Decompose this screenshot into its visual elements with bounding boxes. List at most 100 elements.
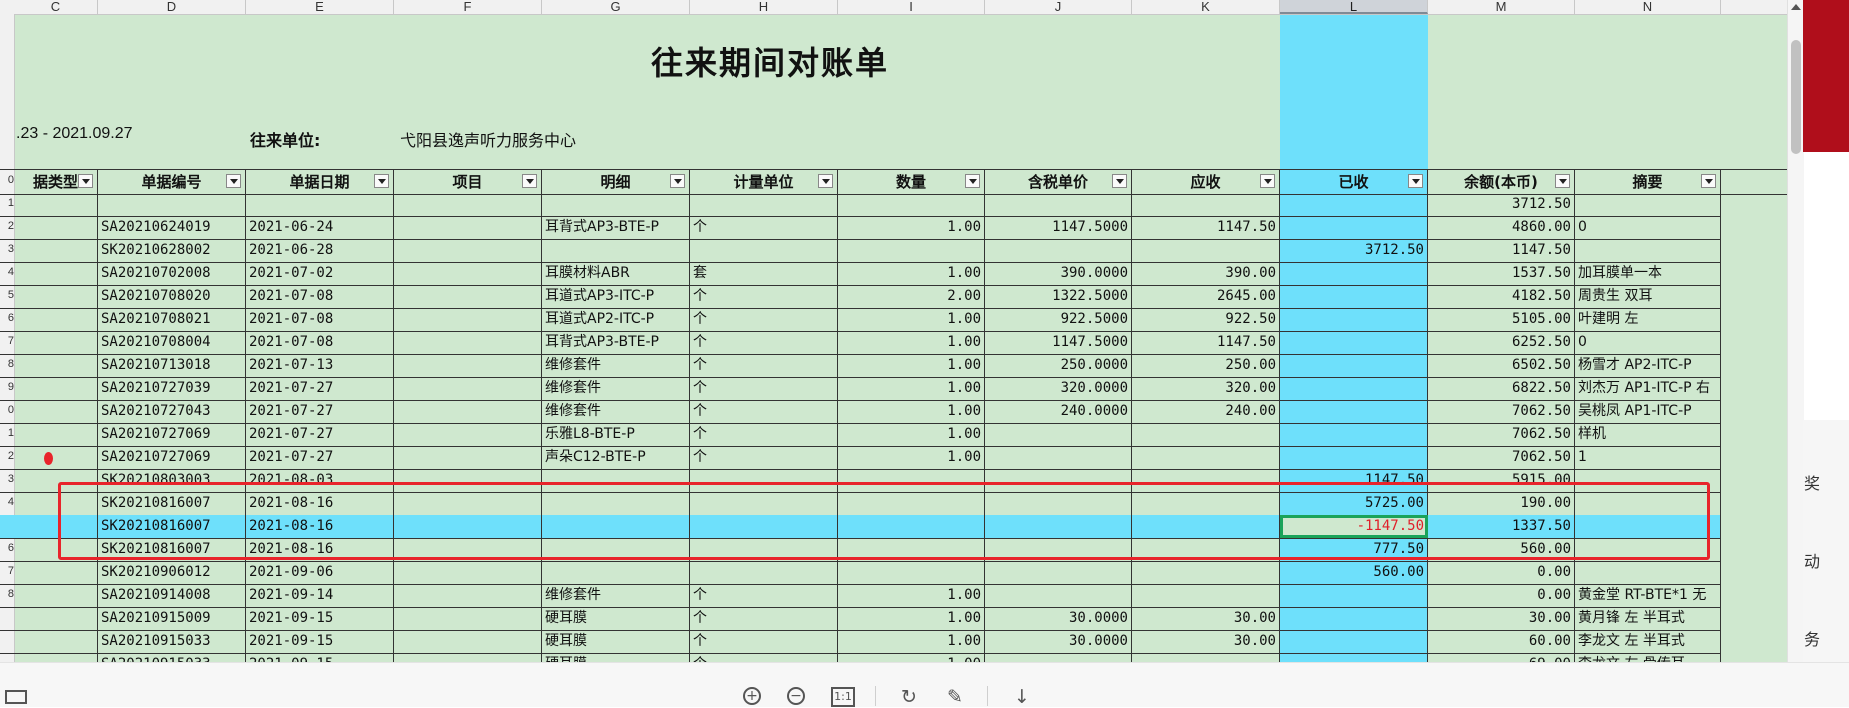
table-cell[interactable]: 个 [690, 308, 838, 331]
column-header-M[interactable]: M [1428, 0, 1575, 14]
table-cell[interactable]: 刘杰万 AP1-ITC-P 右 [1575, 377, 1721, 400]
table-cell[interactable]: 硬耳膜 [542, 607, 690, 630]
table-cell[interactable] [1132, 653, 1280, 662]
table-cell[interactable] [542, 239, 690, 262]
table-cell[interactable]: 维修套件 [542, 377, 690, 400]
table-cell[interactable]: 1147.50 [1132, 216, 1280, 239]
table-cell[interactable] [14, 377, 98, 400]
table-cell[interactable]: 4182.50 [1428, 285, 1575, 308]
table-cell[interactable]: 1.00 [838, 607, 985, 630]
table-cell[interactable] [985, 193, 1132, 216]
table-cell[interactable] [1280, 193, 1428, 216]
table-cell[interactable] [838, 193, 985, 216]
table-cell[interactable]: 个 [690, 630, 838, 653]
table-cell[interactable]: SA20210915033 [98, 653, 246, 662]
table-cell[interactable] [1575, 239, 1721, 262]
table-cell[interactable] [985, 423, 1132, 446]
table-cell[interactable]: 1.00 [838, 331, 985, 354]
row-number[interactable] [0, 77, 14, 100]
filter-dropdown-icon[interactable] [1260, 174, 1275, 188]
table-cell[interactable] [394, 653, 542, 662]
filter-dropdown-icon[interactable] [965, 174, 980, 188]
table-cell[interactable]: 个 [690, 584, 838, 607]
rotate-icon[interactable]: ↻ [898, 687, 920, 707]
table-cell[interactable]: 李龙文 左 骨传耳 [1575, 653, 1721, 662]
table-cell[interactable]: 2021-07-27 [246, 446, 394, 469]
column-header-F[interactable]: F [394, 0, 542, 14]
table-cell[interactable] [985, 239, 1132, 262]
table-cell[interactable] [394, 630, 542, 653]
table-cell[interactable]: 1147.5000 [985, 216, 1132, 239]
table-cell[interactable]: 0.00 [1428, 561, 1575, 584]
table-cell[interactable] [1280, 584, 1428, 607]
table-cell[interactable]: 30.00 [1132, 607, 1280, 630]
table-cell[interactable]: 30.00 [1428, 607, 1575, 630]
table-cell[interactable] [985, 446, 1132, 469]
side-label-2[interactable]: 动 [1803, 548, 1821, 572]
filter-dropdown-icon[interactable] [78, 174, 93, 188]
table-cell[interactable]: 2021-07-08 [246, 308, 394, 331]
table-cell[interactable]: SA20210727069 [98, 446, 246, 469]
table-cell[interactable]: SA20210708004 [98, 331, 246, 354]
table-cell[interactable]: 6822.50 [1428, 377, 1575, 400]
table-cell[interactable]: 30.0000 [985, 630, 1132, 653]
table-cell[interactable]: 1.00 [838, 653, 985, 662]
table-cell[interactable]: 2021-07-27 [246, 400, 394, 423]
table-cell[interactable]: 5105.00 [1428, 308, 1575, 331]
column-header-L[interactable]: L [1280, 0, 1428, 14]
table-cell[interactable] [394, 331, 542, 354]
table-cell[interactable]: 个 [690, 285, 838, 308]
table-cell[interactable] [542, 193, 690, 216]
table-cell[interactable] [1280, 423, 1428, 446]
table-cell[interactable]: 4860.00 [1428, 216, 1575, 239]
table-cell[interactable] [1132, 423, 1280, 446]
column-header-C[interactable]: C [14, 0, 98, 14]
table-cell[interactable] [14, 584, 98, 607]
column-header-N[interactable]: N [1575, 0, 1721, 14]
table-cell[interactable]: 硬耳膜 [542, 653, 690, 662]
table-cell[interactable] [14, 308, 98, 331]
table-cell[interactable]: 1537.50 [1428, 262, 1575, 285]
table-cell[interactable] [1575, 561, 1721, 584]
table-cell[interactable]: 1.00 [838, 584, 985, 607]
table-cell[interactable] [1280, 377, 1428, 400]
table-cell[interactable]: 加耳膜单一本 [1575, 262, 1721, 285]
row-number[interactable] [0, 31, 14, 54]
table-cell[interactable] [14, 285, 98, 308]
table-cell[interactable]: 3712.50 [1428, 193, 1575, 216]
table-cell[interactable]: 维修套件 [542, 400, 690, 423]
table-cell[interactable]: 2021-06-28 [246, 239, 394, 262]
filter-dropdown-icon[interactable] [522, 174, 537, 188]
table-cell[interactable] [985, 653, 1132, 662]
table-cell[interactable]: 李龙文 左 半耳式 [1575, 630, 1721, 653]
table-cell[interactable] [1132, 193, 1280, 216]
table-cell[interactable]: 1147.5000 [985, 331, 1132, 354]
table-cell[interactable]: 周贵生 双耳 [1575, 285, 1721, 308]
filter-dropdown-icon[interactable] [1555, 174, 1570, 188]
column-header-J[interactable]: J [985, 0, 1132, 14]
table-cell[interactable] [14, 607, 98, 630]
table-cell[interactable] [1280, 400, 1428, 423]
column-header-H[interactable]: H [690, 0, 838, 14]
table-cell[interactable] [14, 653, 98, 662]
scrollbar-thumb[interactable] [1791, 40, 1801, 154]
table-cell[interactable] [985, 561, 1132, 584]
table-cell[interactable]: SA20210713018 [98, 354, 246, 377]
table-cell[interactable] [1575, 193, 1721, 216]
table-cell[interactable]: 0 [1575, 331, 1721, 354]
table-cell[interactable] [394, 377, 542, 400]
table-cell[interactable] [394, 607, 542, 630]
table-cell[interactable]: 个 [690, 331, 838, 354]
table-cell[interactable]: 个 [690, 400, 838, 423]
table-cell[interactable]: 1.00 [838, 354, 985, 377]
table-cell[interactable]: 耳背式AP3-BTE-P [542, 331, 690, 354]
table-cell[interactable] [394, 423, 542, 446]
table-cell[interactable] [1132, 446, 1280, 469]
table-cell[interactable] [1280, 285, 1428, 308]
filter-dropdown-icon[interactable] [1408, 174, 1423, 188]
table-cell[interactable] [394, 446, 542, 469]
table-cell[interactable] [1280, 446, 1428, 469]
table-cell[interactable] [838, 239, 985, 262]
table-cell[interactable]: 耳膜材料ABR [542, 262, 690, 285]
filter-dropdown-icon[interactable] [226, 174, 241, 188]
